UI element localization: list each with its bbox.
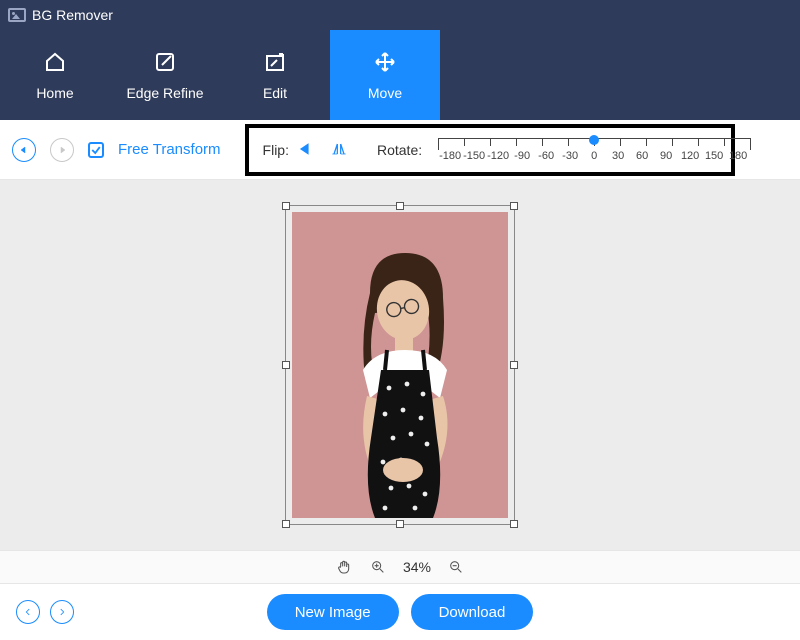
app-logo-icon (8, 8, 26, 22)
transform-frame[interactable] (285, 205, 515, 525)
handle-top-left[interactable] (282, 202, 290, 210)
nav-label: Edge Refine (126, 85, 203, 101)
flip-vertical-button[interactable] (329, 142, 349, 158)
nav-home[interactable]: Home (0, 30, 110, 120)
canvas-image[interactable] (292, 212, 508, 518)
zoom-in-button[interactable] (369, 558, 387, 576)
edit-icon (262, 49, 288, 75)
flip-horizontal-button[interactable] (299, 142, 319, 158)
edge-refine-icon (152, 49, 178, 75)
nav-edit[interactable]: Edit (220, 30, 330, 120)
zoom-out-button[interactable] (447, 558, 465, 576)
app-title: BG Remover (32, 7, 113, 23)
flip-label: Flip: (263, 142, 289, 158)
new-image-button[interactable]: New Image (267, 594, 399, 630)
nav-label: Edit (263, 85, 287, 101)
subject-person (315, 238, 485, 518)
next-image-button[interactable] (50, 600, 74, 624)
nav-label: Move (368, 85, 402, 101)
nav-move[interactable]: Move (330, 30, 440, 120)
nav-edge-refine[interactable]: Edge Refine (110, 30, 220, 120)
move-toolbar: Free Transform Flip: Rotate: (0, 120, 800, 180)
handle-middle-left[interactable] (282, 361, 290, 369)
rotate-tick-labels: -180 -150 -120 -90 -60 -30 0 30 60 90 12… (438, 150, 750, 162)
free-transform-label[interactable]: Free Transform (118, 141, 221, 158)
flip-rotate-panel: Flip: Rotate: (245, 124, 735, 176)
prev-image-button[interactable] (16, 600, 40, 624)
handle-middle-right[interactable] (510, 361, 518, 369)
rotate-thumb[interactable] (589, 135, 599, 145)
nav-label: Home (36, 85, 73, 101)
home-icon (42, 49, 68, 75)
handle-top-center[interactable] (396, 202, 404, 210)
move-icon (372, 49, 398, 75)
handle-bottom-center[interactable] (396, 520, 404, 528)
rotate-tick-track (438, 138, 750, 150)
rotate-label: Rotate: (377, 142, 422, 158)
redo-button[interactable] (50, 138, 74, 162)
zoom-percent: 34% (403, 559, 431, 575)
undo-button[interactable] (12, 138, 36, 162)
handle-bottom-left[interactable] (282, 520, 290, 528)
free-transform-checkbox[interactable] (88, 142, 104, 158)
download-button[interactable]: Download (411, 594, 534, 630)
handle-top-right[interactable] (510, 202, 518, 210)
pan-hand-button[interactable] (335, 558, 353, 576)
zoom-bar: 34% (0, 550, 800, 584)
canvas-area[interactable] (0, 180, 800, 550)
titlebar: BG Remover (0, 0, 800, 30)
footer: New Image Download (0, 584, 800, 640)
navbar: Home Edge Refine Edit Move (0, 30, 800, 120)
handle-bottom-right[interactable] (510, 520, 518, 528)
rotate-slider[interactable]: -180 -150 -120 -90 -60 -30 0 30 60 90 12… (438, 138, 750, 162)
